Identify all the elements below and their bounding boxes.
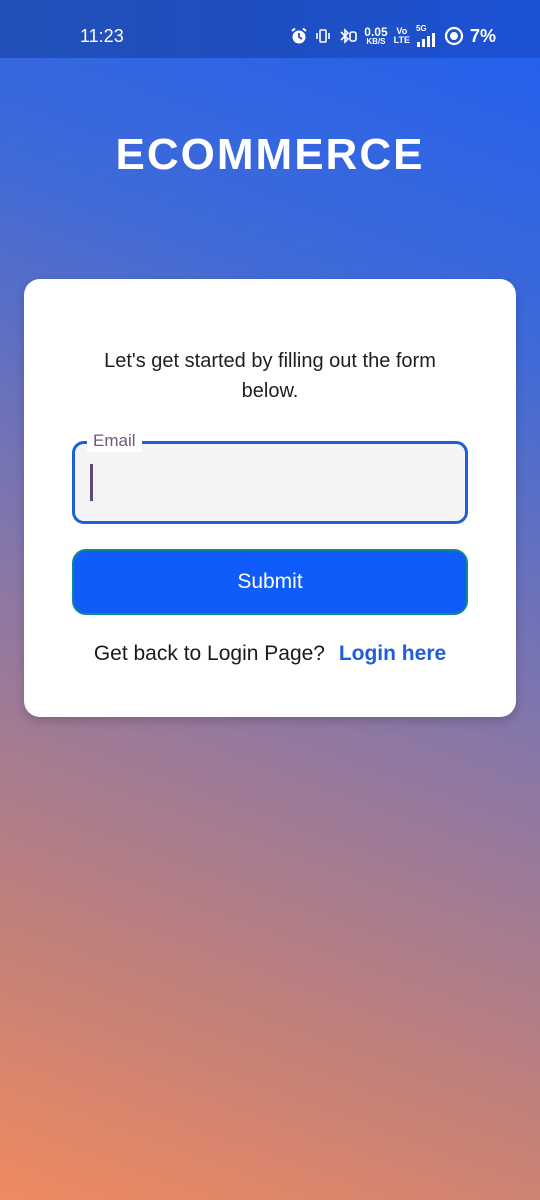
vibrate-icon	[314, 27, 332, 45]
brand-title: ECOMMERCE	[115, 130, 425, 179]
status-bar: 11:23 0.05 KB/S Vo LTE 5G 7%	[0, 0, 540, 58]
submit-button[interactable]: Submit	[72, 549, 468, 615]
login-link[interactable]: Login here	[339, 642, 446, 665]
email-field[interactable]: Email	[72, 430, 468, 524]
net-speed-unit: KB/S	[366, 36, 386, 46]
alarm-icon	[290, 27, 308, 45]
signup-screen: 11:23 0.05 KB/S Vo LTE 5G 7% ECOMMERCE L…	[0, 0, 540, 1200]
net-speed-value: 0.05	[364, 24, 388, 39]
volte-bottom: LTE	[393, 35, 410, 45]
bluetooth-icon	[338, 27, 358, 45]
status-icons: 0.05 KB/S Vo LTE 5G 7%	[290, 24, 496, 48]
login-prompt: Get back to Login Page? Login here	[24, 641, 516, 667]
volte-indicator: Vo LTE	[394, 27, 410, 45]
signal-icon: 5G	[416, 25, 438, 47]
battery-icon	[444, 26, 464, 46]
intro-text: Let's get started by filling out the for…	[104, 350, 436, 402]
email-input[interactable]	[75, 444, 465, 521]
network-type: 5G	[415, 24, 427, 33]
battery-percent: 7%	[469, 26, 496, 46]
form-card: Let's get started by filling out the for…	[24, 279, 516, 717]
status-time: 11:23	[80, 26, 124, 46]
net-speed: 0.05 KB/S	[364, 24, 388, 46]
login-prompt-text: Get back to Login Page?	[93, 642, 325, 665]
